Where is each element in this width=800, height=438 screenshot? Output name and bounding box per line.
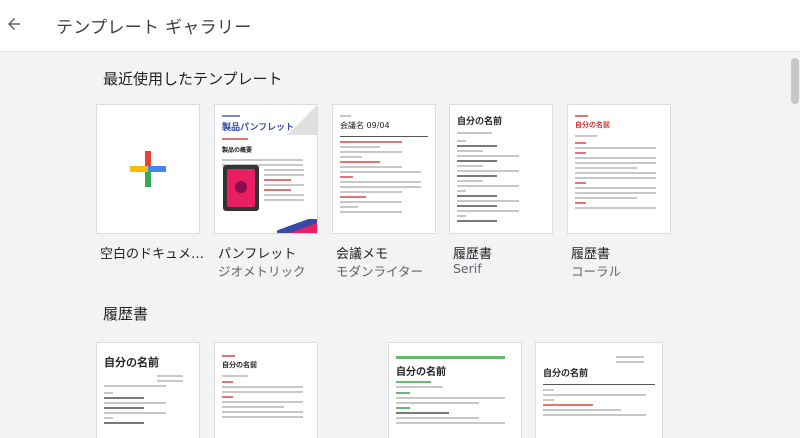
template-name: 会議メモ — [336, 247, 389, 262]
resume-coral-thumbnail: 自分の名前 — [568, 105, 670, 233]
resume-3-thumbnail: 自分の名前 — [389, 343, 521, 438]
resume-serif-thumbnail: 自分の名前 — [450, 105, 552, 233]
brochure-thumbnail: 製品パンフレット 製品の概要 — [215, 105, 317, 233]
arrow-back-icon — [8, 18, 20, 30]
resume-4-thumbnail: 自分の名前 — [536, 343, 662, 438]
template-resume-serif[interactable]: 自分の名前 — [449, 104, 553, 234]
template-style: コーラル — [571, 264, 622, 279]
recent-templates-heading: 最近使用したテンプレート — [103, 70, 283, 88]
plus-icon — [130, 151, 166, 187]
thumb-title: 自分の名前 — [543, 369, 589, 379]
thumb-title: 自分の名前 — [104, 356, 159, 369]
thumb-title: 自分の名前 — [575, 121, 610, 129]
top-bar: テンプレート ギャラリー — [0, 0, 800, 52]
template-meeting-notes[interactable]: 会議名 09/04 — [332, 104, 436, 234]
template-resume-2[interactable]: 自分の名前 — [214, 342, 318, 438]
template-resume-1[interactable]: 自分の名前 — [96, 342, 200, 438]
template-resume-4[interactable]: 自分の名前 — [535, 342, 663, 438]
template-style: Serif — [453, 261, 482, 276]
meeting-notes-thumbnail: 会議名 09/04 — [333, 105, 435, 233]
thumb-title: 自分の名前 — [222, 361, 257, 369]
template-style: ジオメトリック — [218, 264, 306, 279]
resume-2-thumbnail: 自分の名前 — [215, 343, 317, 438]
thumb-title: 自分の名前 — [396, 367, 446, 378]
template-name: 空白のドキュメ… — [100, 247, 205, 262]
template-style: モダンライター — [336, 264, 424, 279]
thumb-title: 会議名 09/04 — [340, 121, 390, 130]
template-resume-coral[interactable]: 自分の名前 — [567, 104, 671, 234]
template-name: 履歴書 — [453, 247, 493, 262]
template-name: 履歴書 — [571, 247, 611, 262]
template-name: パンフレット — [218, 247, 297, 262]
back-button[interactable] — [2, 12, 26, 36]
page-title: テンプレート ギャラリー — [56, 18, 252, 38]
thumb-heading: 製品の概要 — [222, 147, 253, 154]
resume-section-heading: 履歴書 — [103, 305, 149, 323]
scrollbar-thumb[interactable] — [791, 58, 799, 104]
thumb-title: 自分の名前 — [457, 117, 503, 127]
resume-1-thumbnail: 自分の名前 — [97, 343, 199, 438]
scrollbar-track[interactable] — [790, 53, 800, 438]
template-brochure[interactable]: 製品パンフレット 製品の概要 — [214, 104, 318, 234]
template-resume-3[interactable]: 自分の名前 — [388, 342, 522, 438]
template-blank-document[interactable] — [96, 104, 200, 234]
